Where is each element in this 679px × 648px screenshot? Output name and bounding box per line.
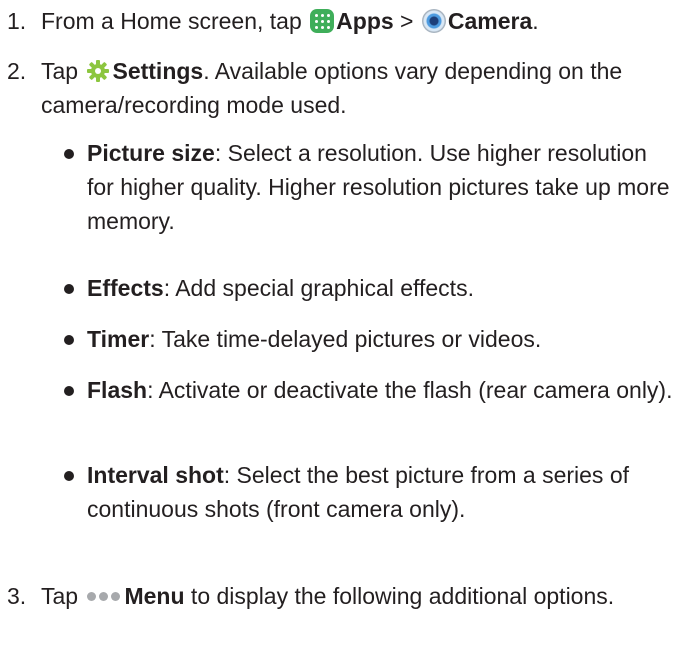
list-item: Effects: Add special graphical effects. [62, 271, 675, 305]
list-item: Flash: Activate or deactivate the flash … [62, 373, 675, 407]
step-text: From a Home screen, tap Apps > Camera. [41, 4, 675, 38]
step-text: Tap Menu to display the following additi… [41, 579, 675, 613]
step-number: 3. [7, 583, 27, 609]
option-term: Picture size [87, 140, 215, 166]
step-number: 1. [7, 8, 27, 34]
option-term: Effects [87, 275, 164, 301]
option-term: Timer [87, 326, 150, 352]
camera-label: Camera [447, 8, 533, 34]
option-desc: : Add special graphical effects. [163, 275, 474, 301]
gear-icon [86, 59, 110, 83]
camera-icon [421, 9, 446, 33]
step-2: 2. Tap Settings. Available options vary … [7, 54, 675, 122]
apps-label: Apps [336, 8, 394, 34]
option-desc: : Activate or deactivate the flash (rear… [147, 377, 673, 403]
step-2-intro: Tap [41, 58, 79, 84]
path-separator: > [400, 8, 414, 34]
option-desc: : Take time-delayed pictures or videos. [149, 326, 542, 352]
bullet-dot [64, 284, 74, 294]
step-number: 2. [7, 58, 27, 84]
bullet-dot [64, 471, 74, 481]
list-item: Picture size: Select a resolution. Use h… [62, 136, 675, 238]
more-dots-icon [86, 592, 122, 602]
menu-label: Menu [124, 583, 185, 609]
option-term: Flash [87, 377, 148, 403]
step-3-rest: to display the following additional opti… [184, 583, 615, 609]
apps-icon [310, 9, 335, 33]
settings-label: Settings [112, 58, 204, 84]
instruction-page: 1. From a Home screen, tap Apps > Camera… [0, 0, 679, 648]
step-1: 1. From a Home screen, tap Apps > Camera… [7, 4, 675, 38]
bullet-dot [64, 149, 74, 159]
list-item: Timer: Take time-delayed pictures or vid… [62, 322, 675, 356]
bullet-dot [64, 335, 74, 345]
step-3: 3. Tap Menu to display the following add… [7, 579, 675, 613]
list-item: Interval shot: Select the best picture f… [62, 458, 675, 526]
step-1-intro: From a Home screen, tap [41, 8, 302, 34]
step-3-intro: Tap [41, 583, 79, 609]
step-1-end: . [532, 8, 539, 34]
option-term: Interval shot [87, 462, 224, 488]
step-text: Tap Settings. Available options vary dep… [41, 54, 675, 122]
bullet-dot [64, 386, 74, 396]
